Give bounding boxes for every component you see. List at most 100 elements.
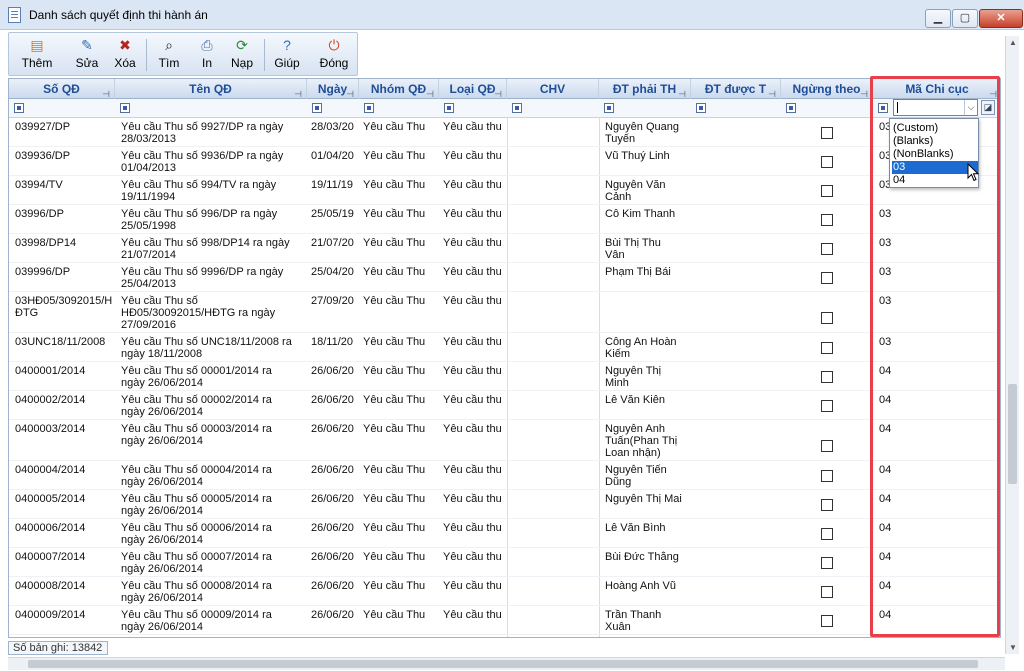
filter-condition-icon[interactable]	[512, 103, 522, 113]
toolbar-button-6[interactable]: ? Giúp	[269, 35, 305, 75]
pin-icon[interactable]: ⊣	[294, 84, 302, 99]
ngung-theo-checkbox[interactable]	[821, 312, 833, 324]
filter-option[interactable]: 04	[892, 174, 978, 187]
cell-line: 01/04/2013	[121, 162, 177, 174]
column-header-nhom-qd[interactable]: Nhóm QĐ ⊣	[359, 79, 439, 99]
toolbar-button-5[interactable]: ⟳ Nạp	[225, 35, 259, 75]
ngung-theo-checkbox[interactable]	[821, 499, 833, 511]
column-header-dt-phai-th[interactable]: ĐT phải TH ⊣	[599, 79, 691, 99]
chevron-down-icon[interactable]: ⌵	[964, 100, 977, 115]
pin-icon[interactable]: ⊣	[678, 84, 686, 99]
table-row[interactable]: 0400002/2014 Yêu cầu Thu số 00002/2014 ra…	[9, 391, 1000, 420]
filter-option[interactable]: (NonBlanks)	[892, 148, 978, 161]
column-header-so-qd[interactable]: Số QĐ ⊣	[9, 79, 115, 99]
cell-line: 0400007/2014	[15, 551, 86, 563]
filter-condition-icon[interactable]	[696, 103, 706, 113]
filter-condition-icon[interactable]	[364, 103, 374, 113]
table-row[interactable]: 0400001/2014 Yêu cầu Thu số 00001/2014 ra…	[9, 362, 1000, 391]
filter-condition-icon[interactable]	[120, 103, 130, 113]
table-row[interactable]: 039936/DP Yêu cầu Thu số 9936/DP ra ngày 0…	[9, 147, 1000, 176]
cell-line: 04	[879, 551, 892, 563]
table-row[interactable]: 0400008/2014 Yêu cầu Thu số 00008/2014 ra…	[9, 577, 1000, 606]
filter-condition-icon[interactable]	[312, 103, 322, 113]
ngung-theo-checkbox[interactable]	[821, 400, 833, 412]
ngung-theo-checkbox[interactable]	[821, 214, 833, 226]
cell-line: 03	[879, 336, 892, 348]
table-row[interactable]: 03996/DP Yêu cầu Thu số 996/DP ra ngày 25/…	[9, 205, 1000, 234]
column-header-ngay[interactable]: Ngày ⊣	[307, 79, 359, 99]
ngung-theo-checkbox[interactable]	[821, 243, 833, 255]
ngung-theo-checkbox[interactable]	[821, 440, 833, 452]
ngung-theo-checkbox[interactable]	[821, 272, 833, 284]
pin-icon[interactable]: ⊣	[860, 84, 868, 99]
close-window-button[interactable]: ✕	[979, 9, 1023, 28]
minimize-button[interactable]: ▁	[925, 9, 951, 28]
table-row[interactable]: 03HĐ05/3092015/H ĐTG Yêu cầu Thu số HĐ05/30…	[9, 292, 1000, 333]
cell-dt-phai-th: Bùi Thị Thu Vân	[605, 237, 689, 261]
pin-icon[interactable]: ⊣	[426, 84, 434, 99]
toolbar-button-2[interactable]: ✖ Xóa	[109, 35, 141, 75]
cell-line: Yêu cầu thu	[443, 121, 502, 133]
cell-loai-qd: Yêu cầu thu	[443, 208, 505, 220]
table-row[interactable]: 03998/DP14 Yêu cầu Thu số 998/DP14 ra ngà…	[9, 234, 1000, 263]
table-row[interactable]: 0400004/2014 Yêu cầu Thu số 00004/2014 ra…	[9, 461, 1000, 490]
horizontal-scroll-thumb[interactable]	[28, 660, 978, 668]
pin-icon[interactable]: ⊣	[494, 84, 502, 99]
cell-line: ngày 26/06/2014	[121, 377, 203, 389]
table-row[interactable]: 0400007/2014 Yêu cầu Thu số 00007/2014 ra…	[9, 548, 1000, 577]
table-row[interactable]: 039996/DP Yêu cầu Thu số 9996/DP ra ngày 2…	[9, 263, 1000, 292]
table-row[interactable]: 039927/DP Yêu cầu Thu số 9927/DP ra ngày 2…	[9, 118, 1000, 147]
filter-condition-icon[interactable]	[786, 103, 796, 113]
cell-line: Yêu cầu Thu	[363, 208, 426, 220]
pin-icon[interactable]: ⊣	[346, 84, 354, 99]
horizontal-scrollbar[interactable]	[8, 657, 1005, 670]
ngung-theo-checkbox[interactable]	[821, 371, 833, 383]
cell-nhom-qd: Yêu cầu Thu	[363, 208, 437, 220]
ngung-theo-checkbox[interactable]	[821, 342, 833, 354]
filter-condition-icon[interactable]	[444, 103, 454, 113]
pin-icon[interactable]: ⊣	[102, 84, 110, 99]
filter-option[interactable]: (Custom)	[892, 122, 978, 135]
toolbar-button-7[interactable]: ⏻ Đóng	[315, 35, 353, 75]
vertical-scroll-thumb[interactable]	[1008, 384, 1017, 484]
filter-condition-icon[interactable]	[878, 103, 888, 113]
scroll-down-icon[interactable]: ▼	[1009, 643, 1017, 652]
ngung-theo-checkbox[interactable]	[821, 470, 833, 482]
ngung-theo-checkbox[interactable]	[821, 156, 833, 168]
maximize-button[interactable]: ▢	[952, 9, 978, 28]
cell-line: ngày 26/06/2014	[121, 563, 203, 575]
scroll-up-icon[interactable]: ▲	[1009, 38, 1017, 47]
toolbar-button-3[interactable]: ⌕ Tìm	[151, 35, 187, 75]
toolbar-button-1[interactable]: ✎ Sửa	[69, 35, 105, 75]
ngung-theo-checkbox[interactable]	[821, 185, 833, 197]
column-header-ngung-theo[interactable]: Ngừng theo ⊣	[781, 79, 873, 99]
table-row[interactable]: 0400003/2014 Yêu cầu Thu số 00003/2014 ra…	[9, 420, 1000, 461]
column-header-dt-duoc-t[interactable]: ĐT được T ⊣	[691, 79, 781, 99]
column-header-chv[interactable]: CHV	[507, 79, 599, 99]
pin-icon[interactable]: ⊣	[768, 84, 776, 99]
toolbar-button-0[interactable]: ▤ Thêm	[15, 35, 59, 75]
filter-condition-icon[interactable]	[14, 103, 24, 113]
table-row[interactable]: 0400005/2014 Yêu cầu Thu số 00005/2014 ra…	[9, 490, 1000, 519]
ngung-theo-checkbox[interactable]	[821, 127, 833, 139]
column-header-ma-chi-cuc[interactable]: Mã Chi cục ⊣	[873, 79, 1000, 99]
column-header-ten-qd[interactable]: Tên QĐ ⊣	[115, 79, 307, 99]
cell-line: Yêu cầu Thu	[363, 493, 426, 505]
table-row[interactable]: 03994/TV Yêu cầu Thu số 994/TV ra ngày 19/…	[9, 176, 1000, 205]
pin-icon[interactable]: ⊣	[989, 84, 997, 99]
vertical-scrollbar[interactable]: ▲ ▼	[1005, 36, 1019, 654]
filter-option[interactable]: 03	[892, 161, 978, 174]
ngung-theo-checkbox[interactable]	[821, 615, 833, 627]
table-row[interactable]: 0400009/2014 Yêu cầu Thu số 00009/2014 ra…	[9, 606, 1000, 635]
ngung-theo-checkbox[interactable]	[821, 586, 833, 598]
table-row[interactable]: 03UNC18/11/2008 Yêu cầu Thu số UNC18/11/2…	[9, 333, 1000, 362]
filter-option[interactable]: (Blanks)	[892, 135, 978, 148]
filter-condition-icon[interactable]	[604, 103, 614, 113]
toolbar-button-4[interactable]: ⎙ In	[191, 35, 223, 75]
ngung-theo-checkbox[interactable]	[821, 528, 833, 540]
clear-filter-icon[interactable]: ◪	[981, 100, 995, 115]
ma-chi-cuc-filter-combo[interactable]: ⌵	[893, 99, 978, 116]
table-row[interactable]: 0400006/2014 Yêu cầu Thu số 00006/2014 ra…	[9, 519, 1000, 548]
ngung-theo-checkbox[interactable]	[821, 557, 833, 569]
column-header-loai-qd[interactable]: Loại QĐ ⊣	[439, 79, 507, 99]
